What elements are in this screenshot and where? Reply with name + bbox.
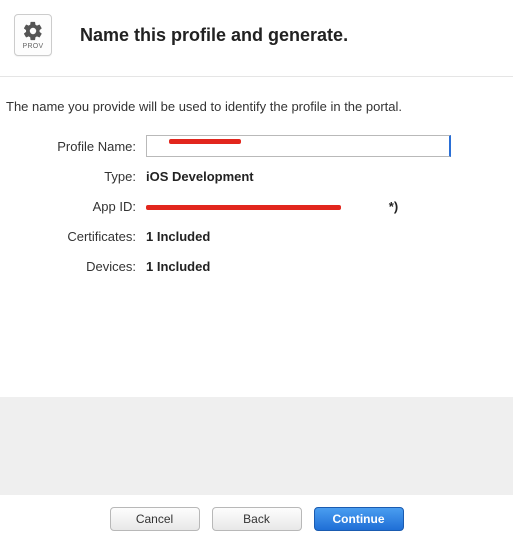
row-app-id: App ID: XXXXXXXXXXXXXXXXXXXXXXXXXXXX*) [6,192,501,220]
back-button[interactable]: Back [212,507,302,531]
devices-value: 1 Included [146,259,210,274]
app-id-suffix: *) [389,199,398,214]
devices-label: Devices: [6,259,146,274]
redaction-mark [146,205,341,210]
footer-band [0,397,513,495]
row-profile-name: Profile Name: [6,132,501,160]
certificates-label: Certificates: [6,229,146,244]
row-certificates: Certificates: 1 Included [6,222,501,250]
header: PROV Name this profile and generate. [0,0,513,76]
form: Profile Name: Type: iOS Development App … [0,132,513,280]
profile-name-input[interactable] [146,135,451,157]
profile-name-label: Profile Name: [6,139,146,154]
app-id-value: XXXXXXXXXXXXXXXXXXXXXXXXXXXX*) [146,199,366,214]
icon-caption: PROV [22,43,43,50]
description-text: The name you provide will be used to ide… [0,77,513,132]
continue-button[interactable]: Continue [314,507,404,531]
gear-icon [22,20,44,42]
row-type: Type: iOS Development [6,162,501,190]
footer: Cancel Back Continue [0,397,513,541]
row-devices: Devices: 1 Included [6,252,501,280]
page-title: Name this profile and generate. [80,25,348,46]
app-id-label: App ID: [6,199,146,214]
button-bar: Cancel Back Continue [0,495,513,541]
prov-profile-icon: PROV [14,14,52,56]
type-value: iOS Development [146,169,254,184]
type-label: Type: [6,169,146,184]
certificates-value: 1 Included [146,229,210,244]
cancel-button[interactable]: Cancel [110,507,200,531]
